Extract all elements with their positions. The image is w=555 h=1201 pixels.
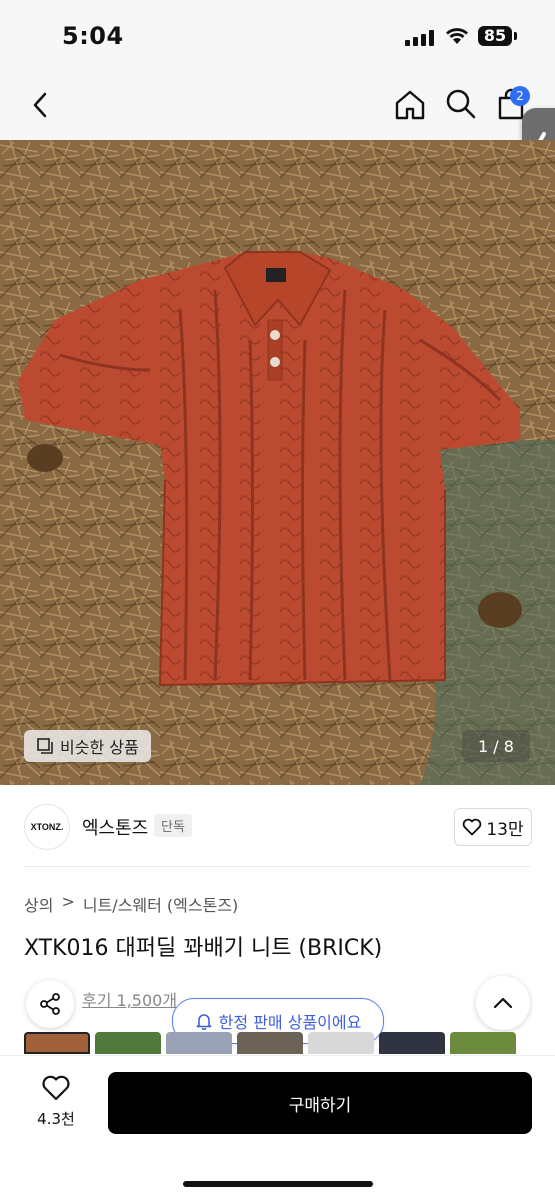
similar-products-label: 비슷한 상품: [60, 738, 139, 757]
thumbnail[interactable]: [379, 1032, 445, 1054]
product-photo-graphic: [0, 140, 555, 785]
thumbnail[interactable]: [24, 1032, 90, 1054]
breadcrumb-item[interactable]: 상의: [24, 892, 53, 916]
brand-like-button[interactable]: 13만: [454, 808, 532, 846]
thumbnail[interactable]: [166, 1032, 232, 1054]
home-indicator: [183, 1181, 373, 1187]
brand-name[interactable]: 엑스톤즈: [82, 814, 148, 840]
status-time: 5:04: [62, 22, 124, 50]
product-title: XTK016 대퍼딜 꽈배기 니트 (BRICK): [24, 936, 383, 961]
brand-row: XTONZ. 엑스톤즈 단독 13만: [0, 800, 555, 860]
breadcrumb: 상의 > 니트/스웨터 (엑스톤즈): [24, 892, 238, 916]
wifi-icon: [446, 28, 468, 44]
cart-badge: 2: [510, 86, 530, 106]
status-bar: 5:04 85: [0, 0, 555, 70]
brand-like-count: 13만: [486, 819, 524, 840]
cellular-signal-icon: [405, 30, 435, 46]
brand-logo[interactable]: XTONZ.: [24, 804, 70, 850]
breadcrumb-item[interactable]: 니트/스웨터 (엑스톤즈): [83, 892, 238, 916]
similar-products-button[interactable]: 비슷한 상품: [24, 730, 151, 762]
home-icon[interactable]: [393, 88, 427, 122]
thumbnail-strip: [24, 1032, 555, 1054]
share-button[interactable]: [26, 980, 74, 1028]
chevron-left-icon[interactable]: [30, 90, 52, 120]
thumbnail[interactable]: [308, 1032, 374, 1054]
product-like-button[interactable]: 4.3천: [28, 1074, 84, 1134]
product-image[interactable]: [0, 140, 555, 785]
review-link[interactable]: 후기 1,500개: [82, 987, 177, 1011]
thumbnail[interactable]: [450, 1032, 516, 1054]
buy-button[interactable]: 구매하기: [108, 1072, 532, 1134]
heart-icon: [42, 1075, 70, 1101]
chevron-right-icon: >: [61, 892, 75, 911]
thumbnail[interactable]: [95, 1032, 161, 1054]
chevron-up-icon: [493, 997, 513, 1009]
share-icon: [40, 993, 60, 1015]
search-icon[interactable]: [445, 88, 477, 120]
scroll-top-button[interactable]: [476, 976, 530, 1030]
battery-tip: [514, 32, 517, 40]
product-like-count: 4.3천: [37, 1110, 75, 1128]
thumbnail[interactable]: [237, 1032, 303, 1054]
divider: [24, 866, 531, 867]
similar-items-icon: [37, 738, 53, 754]
heart-icon: [463, 818, 482, 836]
exclusive-badge: 단독: [154, 814, 192, 837]
image-page-indicator: 1 / 8: [462, 730, 530, 762]
limited-sale-label: 한정 판매 상품이에요: [218, 1013, 362, 1032]
bell-icon: [196, 1014, 211, 1030]
battery-indicator: 85: [478, 26, 512, 46]
label-tag: [266, 268, 286, 282]
